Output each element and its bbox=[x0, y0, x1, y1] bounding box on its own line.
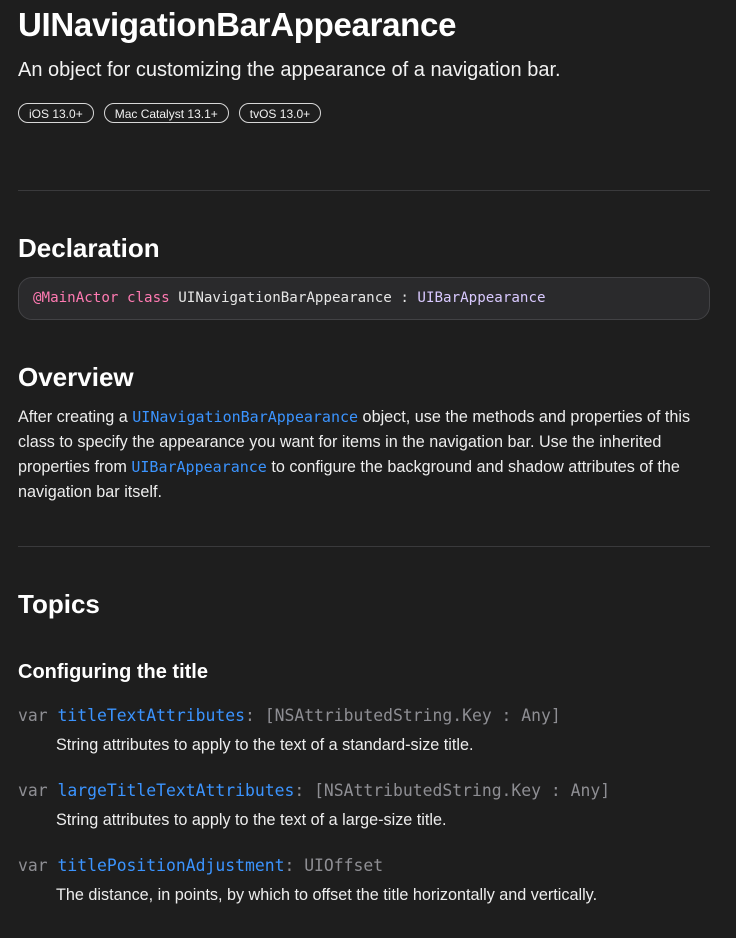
platform-badge-tvos: tvOS 13.0+ bbox=[238, 103, 322, 123]
topic-type: : [NSAttributedString.Key : Any] bbox=[244, 706, 561, 725]
topic-type: : [NSAttributedString.Key : Any] bbox=[294, 781, 611, 800]
topic-link-title-text-attributes[interactable]: titleTextAttributes bbox=[57, 706, 245, 725]
topic-keyword: var bbox=[18, 781, 48, 800]
page-abstract: An object for customizing the appearance… bbox=[18, 59, 561, 81]
topics-heading: Topics bbox=[18, 589, 100, 619]
code-separator: : bbox=[400, 290, 409, 306]
code-attribute: @MainActor bbox=[33, 290, 119, 306]
topic-keyword: var bbox=[18, 706, 48, 725]
topic-link-large-title-text-attributes[interactable]: largeTitleTextAttributes bbox=[57, 781, 294, 800]
section-divider bbox=[18, 190, 710, 191]
declaration-code-block: @MainActor class UINavigationBarAppearan… bbox=[18, 277, 710, 320]
topic-type: : UIOffset bbox=[284, 856, 384, 875]
overview-text: After creating a bbox=[18, 408, 133, 426]
code-superclass-link[interactable]: UIBarAppearance bbox=[417, 290, 545, 306]
topic-description: String attributes to apply to the text o… bbox=[56, 736, 474, 754]
overview-link-navigation-bar-appearance[interactable]: UINavigationBarAppearance bbox=[132, 408, 358, 426]
overview-paragraph: After creating a UINavigationBarAppearan… bbox=[18, 405, 718, 505]
topic-link-title-position-adjustment[interactable]: titlePositionAdjustment bbox=[57, 856, 284, 875]
topic-description: The distance, in points, by which to off… bbox=[56, 886, 598, 904]
topic-signature: var titleTextAttributes: [NSAttributedSt… bbox=[18, 704, 718, 728]
topic-group-title: Configuring the title bbox=[18, 661, 208, 683]
platform-badge-mac-catalyst: Mac Catalyst 13.1+ bbox=[103, 103, 229, 123]
overview-heading: Overview bbox=[18, 362, 134, 392]
section-divider bbox=[18, 546, 710, 547]
topic-item: var titleTextAttributes: [NSAttributedSt… bbox=[18, 704, 718, 756]
topic-item: var titlePositionAdjustment: UIOffset Th… bbox=[18, 854, 718, 906]
platform-badges: iOS 13.0+ Mac Catalyst 13.1+ tvOS 13.0+ bbox=[18, 103, 322, 123]
code-class-name: UINavigationBarAppearance bbox=[178, 290, 392, 306]
topic-item: var largeTitleTextAttributes: [NSAttribu… bbox=[18, 779, 718, 831]
topic-description: String attributes to apply to the text o… bbox=[56, 811, 447, 829]
platform-badge-ios: iOS 13.0+ bbox=[18, 103, 94, 123]
declaration-heading: Declaration bbox=[18, 233, 160, 263]
code-keyword: class bbox=[126, 290, 170, 306]
overview-link-bar-appearance[interactable]: UIBarAppearance bbox=[131, 458, 266, 476]
topic-signature: var titlePositionAdjustment: UIOffset bbox=[18, 854, 718, 878]
topic-keyword: var bbox=[18, 856, 48, 875]
topic-signature: var largeTitleTextAttributes: [NSAttribu… bbox=[18, 779, 718, 803]
page-title: UINavigationBarAppearance bbox=[18, 6, 457, 43]
